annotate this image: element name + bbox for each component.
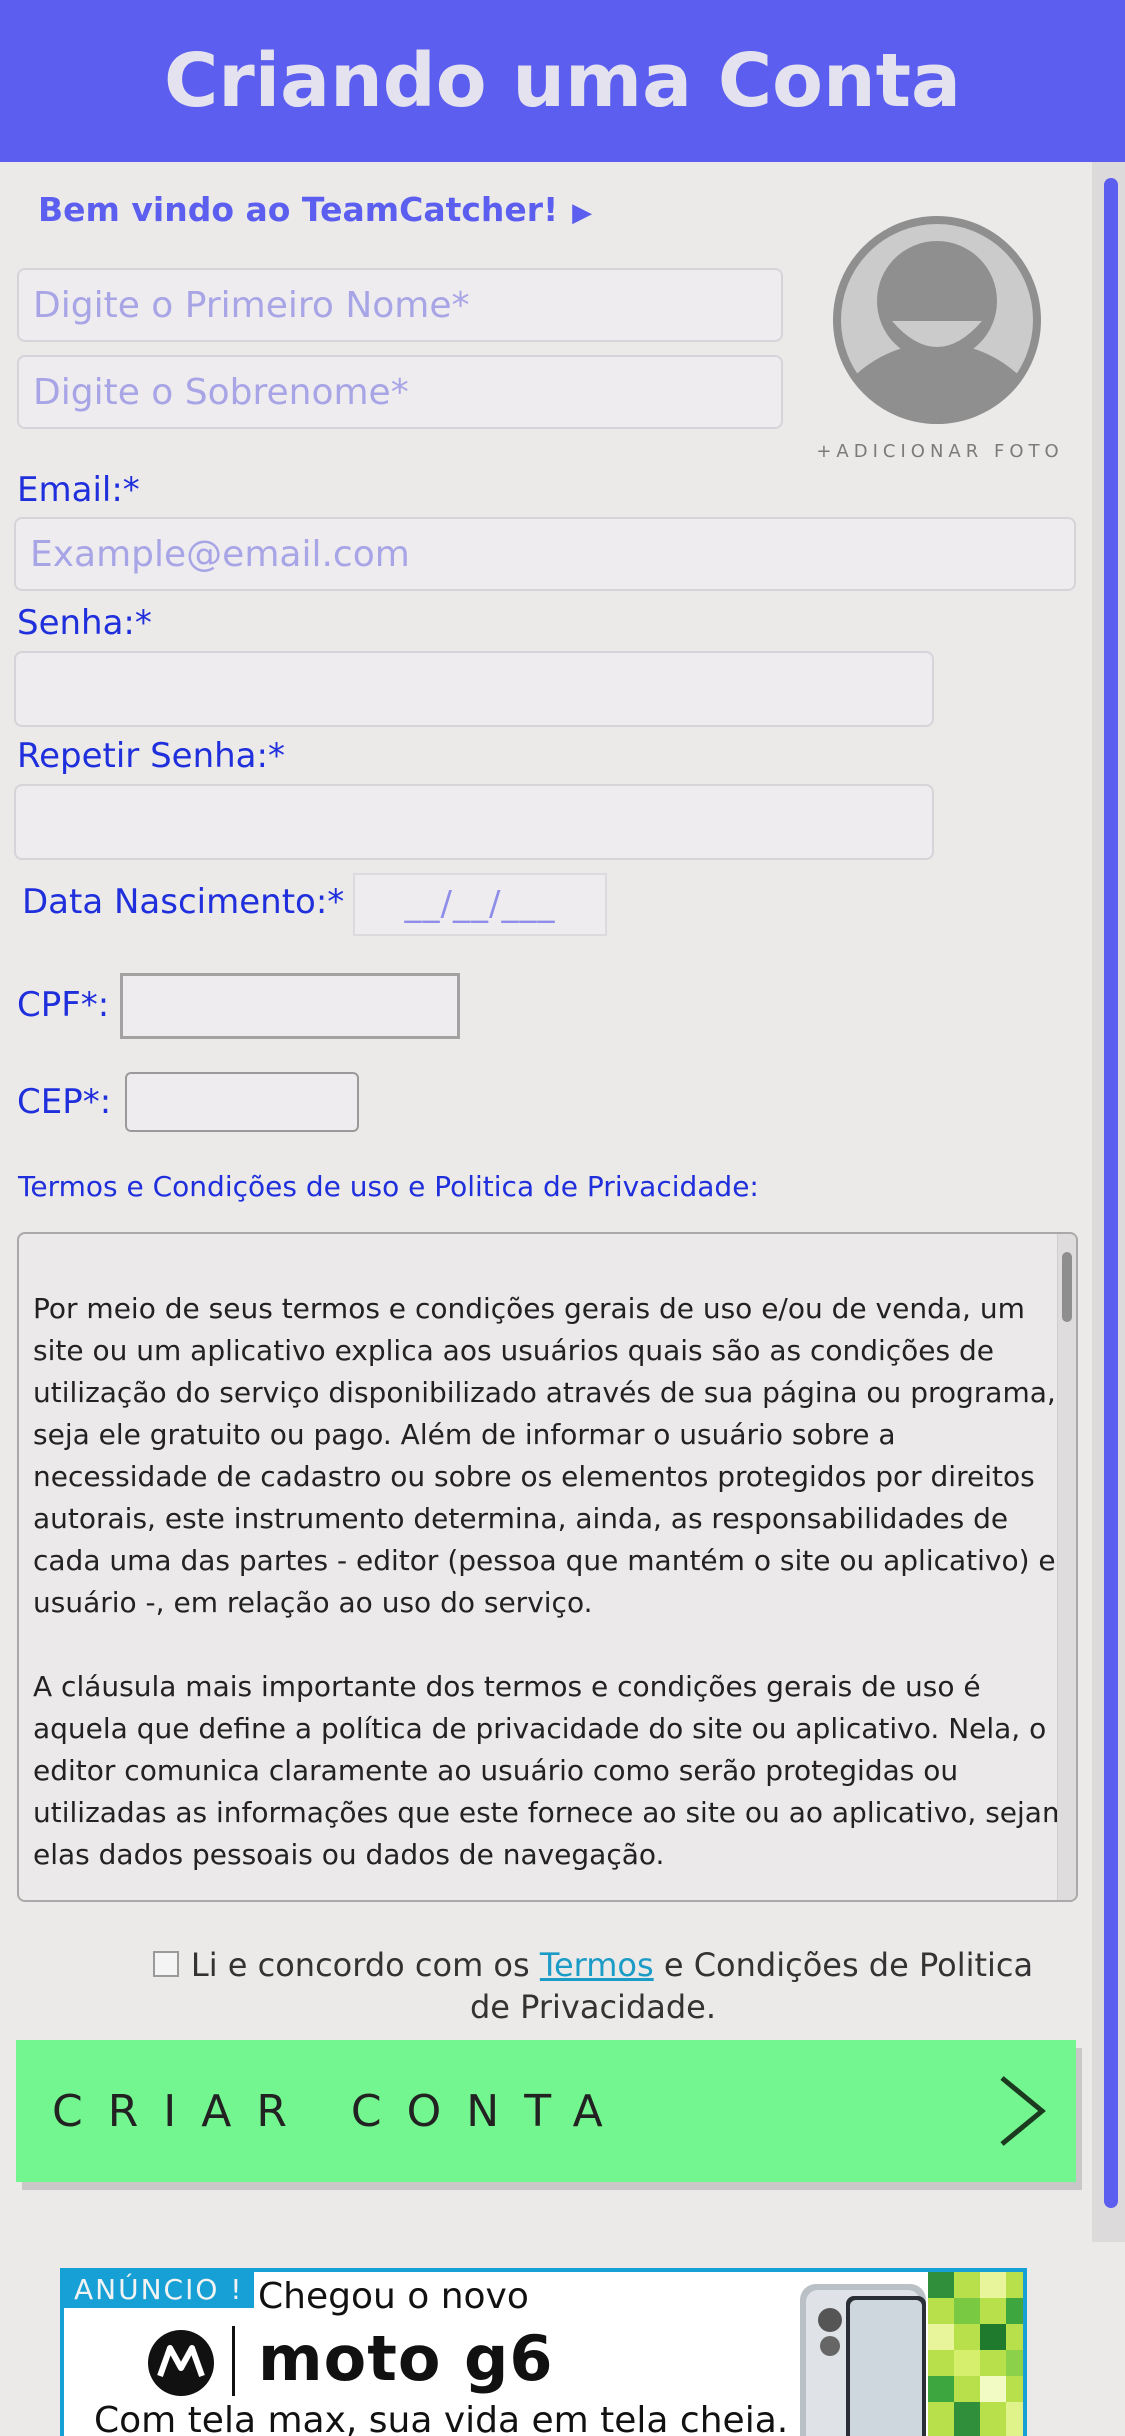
email-placeholder: Example@email.com (30, 533, 410, 575)
ad-brand: moto g6 (258, 2322, 554, 2395)
terms-paragraph: Por meio de seus termos e condições gera… (33, 1292, 1056, 1619)
repeat-password-label: Repetir Senha:* (17, 736, 285, 776)
welcome-text: Bem vindo ao TeamCatcher! (38, 190, 559, 229)
ad-tagline: Com tela max, sua vida em tela cheia. (94, 2400, 789, 2436)
birthdate-input[interactable]: __/__/___ (353, 873, 607, 936)
cpf-input[interactable] (120, 973, 460, 1039)
terms-scrollbar[interactable] (1057, 1234, 1076, 1900)
password-input[interactable] (14, 651, 934, 727)
add-photo-link[interactable]: +ADICIONAR FOTO (815, 441, 1065, 462)
agree-prefix: Li e concordo com os (190, 1946, 530, 1984)
password-label: Senha:* (17, 603, 152, 643)
welcome-message: Bem vindo ao TeamCatcher! ▶ (38, 190, 592, 229)
birthdate-mask: __/__/___ (404, 884, 556, 924)
create-account-button[interactable]: CRIAR CONTA (16, 2040, 1076, 2182)
cep-label: CEP*: (17, 1082, 112, 1122)
play-arrow-icon: ▶ (572, 198, 593, 228)
ad-tag-text: ANÚNCIO ! (74, 2273, 244, 2306)
ad-headline: Chegou o novo (258, 2276, 529, 2317)
terms-content: Por meio de seus termos e condições gera… (33, 1288, 1076, 1900)
page-scrollbar-thumb[interactable] (1104, 178, 1118, 2208)
advertisement-banner[interactable]: ANÚNCIO ! Chegou o novo moto g6 Com tela… (60, 2268, 1027, 2436)
first-name-input[interactable]: Digite o Primeiro Nome* (17, 268, 783, 342)
chevron-right-icon (1000, 2076, 1046, 2146)
last-name-input[interactable]: Digite o Sobrenome* (17, 355, 783, 429)
terms-scrollbar-thumb[interactable] (1062, 1252, 1072, 1322)
cep-input[interactable] (125, 1072, 359, 1132)
avatar-placeholder-icon[interactable] (830, 213, 1044, 427)
page-title: Criando uma Conta (164, 38, 961, 124)
repeat-password-input[interactable] (14, 784, 934, 860)
email-label: Email:* (17, 470, 140, 510)
terms-paragraph: A cláusula mais importante dos termos e … (33, 1670, 1070, 1871)
ad-mosaic-graphic (928, 2272, 1023, 2436)
terms-agreement: Li e concordo com os Termos e Condições … (128, 1944, 1058, 2028)
cpf-label: CPF*: (17, 985, 110, 1025)
email-input[interactable]: Example@email.com (14, 517, 1076, 591)
last-name-placeholder: Digite o Sobrenome* (33, 371, 409, 413)
phone-image-icon (800, 2284, 926, 2436)
terms-title: Termos e Condições de uso e Politica de … (18, 1170, 759, 1203)
motorola-logo-icon (148, 2330, 214, 2396)
birthdate-label: Data Nascimento:* (22, 882, 345, 922)
ad-tag: ANÚNCIO ! (64, 2272, 254, 2308)
agree-checkbox[interactable] (152, 1951, 179, 1977)
terms-link[interactable]: Termos (540, 1946, 654, 1984)
app-header: Criando uma Conta (0, 0, 1125, 162)
ad-divider (232, 2326, 235, 2396)
first-name-placeholder: Digite o Primeiro Nome* (33, 284, 470, 326)
create-account-label: CRIAR CONTA (52, 2085, 628, 2137)
terms-textarea[interactable]: Por meio de seus termos e condições gera… (17, 1232, 1078, 1902)
